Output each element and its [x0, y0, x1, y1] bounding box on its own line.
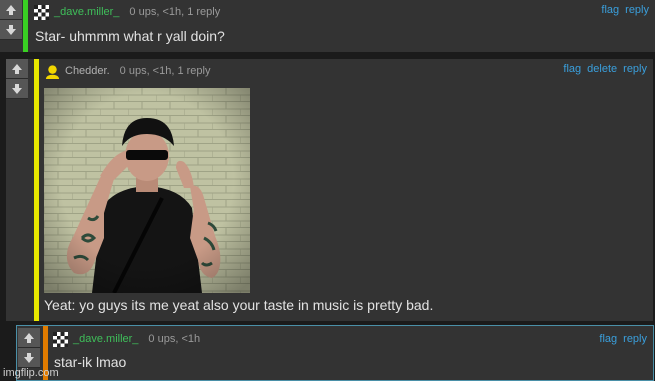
comment-actions: flag reply [599, 329, 647, 349]
upvote-button[interactable] [0, 0, 22, 20]
arrow-up-icon [24, 332, 34, 343]
upvote-button[interactable] [18, 328, 40, 348]
comment-actions: flag delete reply [563, 59, 647, 79]
comment-username[interactable]: Chedder. [65, 65, 110, 77]
checkered-avatar-icon [53, 331, 68, 347]
arrow-down-icon [24, 352, 34, 363]
vote-controls [6, 59, 28, 99]
photo-person-image [44, 88, 250, 293]
downvote-button[interactable] [18, 348, 40, 368]
reply-link[interactable]: reply [623, 63, 647, 75]
vote-controls [0, 0, 22, 40]
vote-controls [18, 328, 40, 368]
comment-header: _dave.miller_ 0 ups, <1h [53, 329, 200, 349]
comment-1: _dave.miller_ 0 ups, <1h, 1 reply flag r… [0, 0, 655, 52]
comment-text: star-ik lmao [54, 354, 127, 370]
comment-meta: 0 ups, <1h, 1 reply [119, 65, 211, 77]
arrow-up-icon [6, 4, 16, 15]
arrow-down-icon [6, 24, 16, 35]
imgflip-watermark: imgflip.com [3, 367, 59, 379]
downvote-button[interactable] [0, 20, 22, 40]
flag-link[interactable]: flag [563, 63, 581, 75]
comment-text: Star- uhmmm what r yall doin? [35, 28, 225, 44]
comment-header: _dave.miller_ 0 ups, <1h, 1 reply [34, 2, 220, 22]
checkered-avatar-icon [34, 4, 49, 20]
reply-link[interactable]: reply [623, 333, 647, 345]
flag-link[interactable]: flag [599, 333, 617, 345]
comment-3: _dave.miller_ 0 ups, <1h flag reply star… [16, 325, 654, 381]
user-avatar-icon [45, 64, 60, 79]
comment-username[interactable]: _dave.miller_ [54, 6, 119, 18]
upvote-button[interactable] [6, 59, 28, 79]
comment-meta: 0 ups, <1h, 1 reply [129, 6, 221, 18]
comment-accent-bar [34, 59, 39, 321]
comment-meta: 0 ups, <1h [148, 333, 201, 345]
comment-actions: flag reply [601, 0, 649, 20]
reply-link[interactable]: reply [625, 4, 649, 16]
downvote-button[interactable] [6, 79, 28, 99]
comment-2: Chedder. 0 ups, <1h, 1 reply flag delete… [6, 59, 653, 321]
comment-accent-bar [23, 0, 28, 52]
arrow-up-icon [12, 63, 22, 74]
comment-image[interactable] [44, 88, 250, 293]
flag-link[interactable]: flag [601, 4, 619, 16]
arrow-down-icon [12, 83, 22, 94]
delete-link[interactable]: delete [587, 63, 617, 75]
comment-text: Yeat: yo guys its me yeat also your tast… [44, 297, 434, 313]
comment-header: Chedder. 0 ups, <1h, 1 reply [45, 61, 210, 81]
comment-username[interactable]: _dave.miller_ [73, 333, 138, 345]
